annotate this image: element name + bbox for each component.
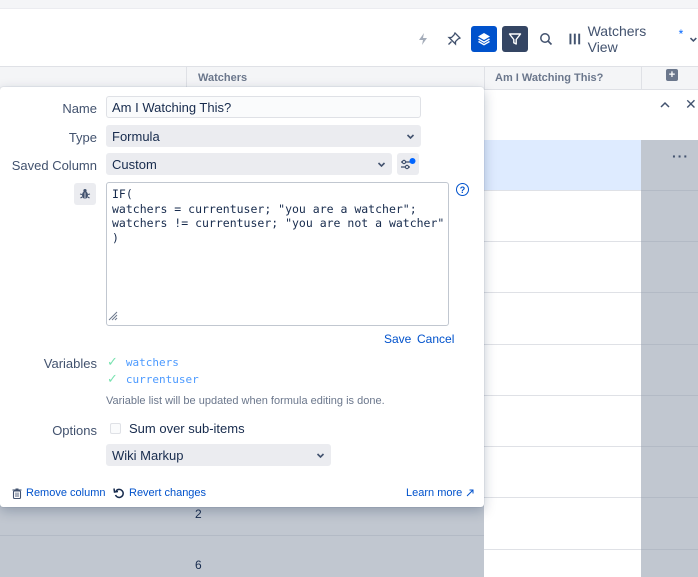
type-value: Formula [112,128,160,144]
markup-value: Wiki Markup [112,447,184,463]
variable-item: ✓ watchers [107,355,179,370]
search-icon[interactable] [533,26,559,52]
add-column-icon[interactable]: + [666,69,678,81]
row-divider [484,344,641,345]
chevron-down-icon [690,36,698,42]
detail-panel: ✕ ··· [484,90,698,577]
column-separator [484,67,485,91]
formula-editor[interactable]: IF(watchers = currentuser; "you are a wa… [106,182,449,326]
row-divider [641,344,698,345]
saved-column-value: Custom [112,156,157,172]
formula-line: watchers = currentuser; "you are a watch… [112,201,417,216]
type-label: Type [68,130,97,145]
name-label: Name [62,101,97,116]
columns-icon [569,33,581,45]
trash-icon [12,488,22,499]
markup-select[interactable]: Wiki Markup [106,444,331,466]
name-value: Am I Watching This? [112,99,232,115]
bug-icon [79,189,91,199]
row-divider [484,292,641,293]
grid-overlay-column [641,140,698,577]
grid-cell-number: 2 [195,507,202,521]
row-divider [641,241,698,242]
chevron-down-icon [316,452,325,458]
learn-more-link[interactable]: Learn more [406,487,474,499]
top-strip [0,0,698,9]
variables-hint: Variable list will be updated when formu… [106,395,385,407]
options-label: Options [52,423,97,438]
grid-cell-number: 6 [195,558,202,572]
row-divider [484,549,641,550]
row-divider [641,190,698,191]
variables-label: Variables [43,356,97,371]
view-name: Watchers View [587,23,647,55]
undo-icon [113,488,124,499]
row-divider [641,549,698,550]
revert-changes-button[interactable]: Revert changes [113,487,206,499]
chevron-down-icon [377,161,386,167]
remove-column-label: Remove column [26,487,106,499]
row-divider [484,190,641,191]
saved-column-label: Saved Column [11,158,97,173]
toolbar: Watchers View * [0,23,698,55]
formula-line: ) [112,230,119,245]
column-editor-popup: Name Am I Watching This? Type Formula Sa… [0,87,484,507]
variable-name: watchers [125,356,179,369]
cancel-link[interactable]: Cancel [417,332,454,346]
chevron-up-icon[interactable] [660,98,670,112]
variable-name: currentuser [125,373,199,386]
sum-over-subitems-checkbox[interactable] [110,423,121,434]
saved-columns-manage-button[interactable] [397,153,419,175]
formula-line: IF( [112,187,133,201]
variable-item: ✓ currentuser [107,372,199,387]
column-header-am-i-watching[interactable]: Am I Watching This? [495,72,603,84]
name-input[interactable]: Am I Watching This? [106,96,421,118]
row-divider [0,535,484,536]
row-divider [484,497,641,498]
close-icon[interactable]: ✕ [685,96,697,113]
sum-over-subitems-label: Sum over sub-items [129,421,245,436]
filter-icon[interactable] [502,26,528,52]
saved-column-select[interactable]: Custom [106,153,392,175]
row-divider [641,497,698,498]
view-selector[interactable]: Watchers View * [568,23,698,55]
formula-line: watchers != currentuser; "you are not a … [112,216,445,230]
pin-icon[interactable] [441,26,467,52]
row-divider [484,446,641,447]
more-icon[interactable]: ··· [672,148,689,164]
help-icon[interactable]: ? [456,183,469,196]
row-divider [641,292,698,293]
type-select[interactable]: Formula [106,125,421,147]
check-icon: ✓ [107,355,118,370]
row-divider [641,395,698,396]
sum-over-subitems-option[interactable]: Sum over sub-items [110,421,245,436]
column-separator [641,67,642,91]
sliders-icon [401,158,416,170]
remove-column-button[interactable]: Remove column [12,487,105,499]
resize-handle-icon[interactable] [108,311,118,324]
revert-changes-label: Revert changes [129,487,207,499]
row-divider [484,241,641,242]
row-divider [484,395,641,396]
column-header-watchers[interactable]: Watchers [198,72,247,84]
check-icon: ✓ [107,372,118,387]
external-link-icon [466,489,474,497]
debug-button[interactable] [74,183,96,205]
learn-more-label: Learn more [406,487,463,499]
chevron-down-icon [406,133,415,139]
row-divider [641,446,698,447]
layers-icon[interactable] [471,26,497,52]
lightning-icon[interactable] [410,26,436,52]
view-modified-marker: * [678,27,684,41]
save-link[interactable]: Save [384,332,411,346]
